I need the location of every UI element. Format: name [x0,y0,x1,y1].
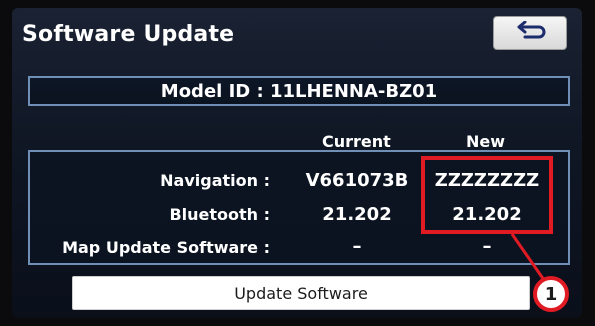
navigation-current-version: V661073B [305,170,409,191]
return-arrow-icon [513,20,547,45]
model-id-bar: Model ID : 11LHENNA-BZ01 [28,76,570,106]
column-header-current: Current [322,132,391,151]
model-id-text: Model ID : 11LHENNA-BZ01 [160,80,438,102]
column-header-new: New [466,132,506,151]
row-label-map-update: Map Update Software : [62,238,270,257]
update-software-label: Update Software [234,283,368,303]
callout-number: 1 [544,283,558,305]
update-software-button[interactable]: Update Software [72,276,530,310]
row-label-navigation: Navigation : [160,171,270,190]
page-title: Software Update [22,22,235,47]
new-version-highlight [421,156,553,234]
map-update-current-version: – [352,236,362,257]
map-update-new-version: – [482,236,492,257]
callout-number-badge: 1 [533,276,569,312]
screen-bezel: Software Update Model ID : 11LHENNA-BZ01… [0,0,595,326]
back-button[interactable] [493,16,567,50]
bluetooth-current-version: 21.202 [322,204,392,225]
row-label-bluetooth: Bluetooth : [169,205,270,224]
